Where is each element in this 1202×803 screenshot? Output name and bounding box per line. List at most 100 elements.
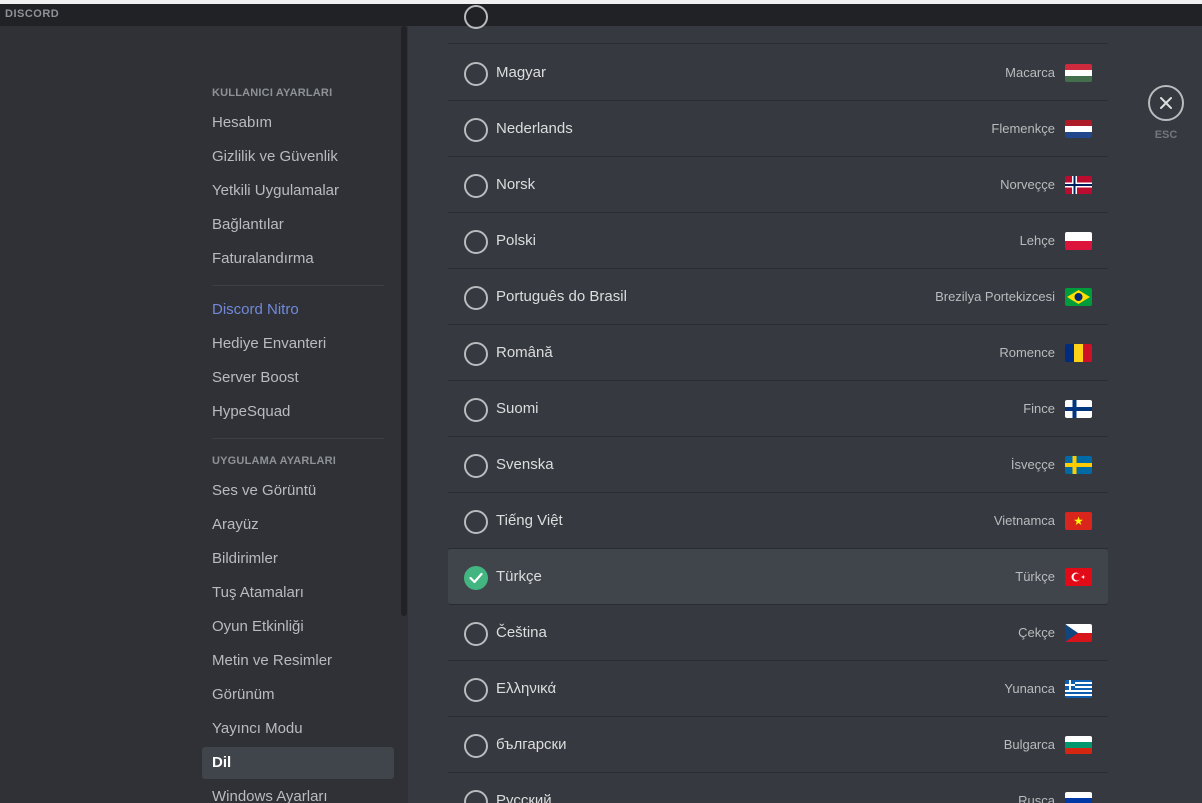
sidebar-item-authorized-apps[interactable]: Yetkili Uygulamalar <box>202 175 394 207</box>
flag-nl-icon <box>1065 120 1092 138</box>
language-row-no[interactable]: Norsk Norveççe <box>448 157 1108 213</box>
sidebar-item-notifications[interactable]: Bildirimler <box>202 543 394 575</box>
language-local-name: Lehçe <box>1019 233 1055 248</box>
sidebar-item-gift-inventory[interactable]: Hediye Envanteri <box>202 328 394 360</box>
radio-button[interactable] <box>464 174 488 198</box>
sidebar-item-windows-settings[interactable]: Windows Ayarları <box>202 781 394 803</box>
language-local-name: Vietnamca <box>993 513 1055 528</box>
language-local-name: Flemenkçe <box>991 121 1055 136</box>
language-name: Magyar <box>496 64 547 81</box>
sidebar-item-voice-video[interactable]: Ses ve Görüntü <box>202 475 394 507</box>
flag-se-icon <box>1065 456 1092 474</box>
sidebar-item-billing[interactable]: Faturalandırma <box>202 243 394 275</box>
discord-logo: DISCORD <box>5 8 60 20</box>
sidebar-item-text-images[interactable]: Metin ve Resimler <box>202 645 394 677</box>
language-name: Русский <box>496 792 552 803</box>
language-local-name: Macarca <box>1005 65 1055 80</box>
language-local-name: Fince <box>1023 401 1055 416</box>
language-name: Svenska <box>496 456 554 473</box>
radio-button[interactable] <box>464 398 488 422</box>
language-row-br[interactable]: Português do Brasil Brezilya Portekizcesi <box>448 269 1108 325</box>
language-local-name: Türkçe <box>1015 569 1055 584</box>
sidebar-scrollbar[interactable] <box>401 26 407 616</box>
sidebar-item-appearance[interactable]: Görünüm <box>202 679 394 711</box>
radio-button[interactable] <box>464 678 488 702</box>
radio-button[interactable] <box>464 230 488 254</box>
language-row-se[interactable]: Svenska İsveççe <box>448 437 1108 493</box>
language-row-fi[interactable]: Suomi Fince <box>448 381 1108 437</box>
app-settings-header: UYGULAMA AYARLARI <box>212 455 337 467</box>
flag-vn-icon <box>1065 512 1092 530</box>
flag-ru-icon <box>1065 792 1092 803</box>
radio-button[interactable] <box>464 622 488 646</box>
language-local-name: Rusca <box>1018 793 1055 803</box>
flag-pl-icon <box>1065 232 1092 250</box>
sidebar-item-streamer-mode[interactable]: Yayıncı Modu <box>202 713 394 745</box>
language-row-nl[interactable]: Nederlands Flemenkçe <box>448 101 1108 157</box>
language-row-vn[interactable]: Tiếng Việt Vietnamca <box>448 493 1108 549</box>
language-local-name: Çekçe <box>1018 625 1055 640</box>
language-name: Čeština <box>496 624 547 641</box>
flag-hu-icon <box>1065 64 1092 82</box>
language-row-bg[interactable]: български Bulgarca <box>448 717 1108 773</box>
language-row[interactable] <box>448 0 1108 44</box>
language-name: Ελληνικά <box>496 680 557 697</box>
language-name: Română <box>496 344 553 361</box>
sidebar-item-connections[interactable]: Bağlantılar <box>202 209 394 241</box>
flag-fi-icon <box>1065 400 1092 418</box>
radio-button[interactable] <box>464 510 488 534</box>
language-local-name: Bulgarca <box>1003 737 1055 752</box>
language-local-name: İsveççe <box>1010 457 1055 472</box>
radio-button[interactable] <box>464 286 488 310</box>
language-row-ro[interactable]: Română Romence <box>448 325 1108 381</box>
language-row-gr[interactable]: Ελληνικά Yunanca <box>448 661 1108 717</box>
radio-button[interactable] <box>464 454 488 478</box>
sidebar-divider <box>212 438 384 439</box>
language-row-ru[interactable]: Русский Rusca <box>448 773 1108 803</box>
flag-br-icon <box>1065 288 1092 306</box>
sidebar-item-privacy-safety[interactable]: Gizlilik ve Güvenlik <box>202 141 394 173</box>
language-name: Norsk <box>496 176 536 193</box>
language-name: Tiếng Việt <box>496 512 563 529</box>
radio-button[interactable] <box>464 790 488 803</box>
language-name: Suomi <box>496 400 539 417</box>
radio-button[interactable] <box>464 342 488 366</box>
language-name: български <box>496 736 567 753</box>
esc-label: ESC <box>1154 129 1178 141</box>
sidebar-item-my-account[interactable]: Hesabım <box>202 107 394 139</box>
sidebar-item-discord-nitro[interactable]: Discord Nitro <box>202 294 394 326</box>
language-local-name: Norveççe <box>1000 177 1055 192</box>
flag-no-icon <box>1065 176 1092 194</box>
language-local-name: Yunanca <box>1004 681 1055 696</box>
sidebar-item-keybinds[interactable]: Tuş Atamaları <box>202 577 394 609</box>
sidebar-item-game-activity[interactable]: Oyun Etkinliği <box>202 611 394 643</box>
flag-ro-icon <box>1065 344 1092 362</box>
language-name: Polski <box>496 232 537 249</box>
language-name: Nederlands <box>496 120 573 137</box>
language-row-hu[interactable]: Magyar Macarca <box>448 45 1108 101</box>
radio-button[interactable] <box>464 734 488 758</box>
sidebar-item-language[interactable]: Dil <box>202 747 394 779</box>
sidebar-divider <box>212 285 384 286</box>
flag-cz-icon <box>1065 624 1092 642</box>
language-name: Português do Brasil <box>496 288 627 305</box>
language-local-name: Brezilya Portekizcesi <box>935 289 1055 304</box>
flag-tr-icon <box>1065 568 1092 586</box>
radio-button[interactable] <box>464 5 488 29</box>
close-button[interactable] <box>1148 85 1184 121</box>
language-local-name: Romence <box>999 345 1055 360</box>
radio-button-checked[interactable] <box>464 566 488 590</box>
language-row-cz[interactable]: Čeština Çekçe <box>448 605 1108 661</box>
language-name: Türkçe <box>496 568 542 585</box>
language-row-pl[interactable]: Polski Lehçe <box>448 213 1108 269</box>
sidebar-item-hypesquad[interactable]: HypeSquad <box>202 396 394 428</box>
flag-gr-icon <box>1065 680 1092 698</box>
language-row-tr[interactable]: Türkçe Türkçe <box>448 549 1108 605</box>
radio-button[interactable] <box>464 118 488 142</box>
close-icon <box>1160 97 1172 109</box>
sidebar-item-interface[interactable]: Arayüz <box>202 509 394 541</box>
checkmark-icon <box>469 572 483 584</box>
flag-bg-icon <box>1065 736 1092 754</box>
radio-button[interactable] <box>464 62 488 86</box>
sidebar-item-server-boost[interactable]: Server Boost <box>202 362 394 394</box>
